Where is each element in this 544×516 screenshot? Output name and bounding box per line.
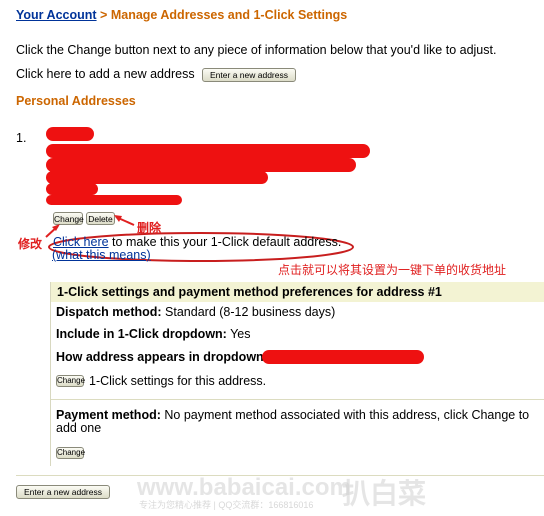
delete-arrow-icon [115, 216, 135, 226]
breadcrumb-separator: > [100, 8, 108, 22]
include-dropdown-label: Include in 1-Click dropdown: [56, 327, 227, 341]
make-default-link[interactable]: Click here [53, 235, 109, 249]
dispatch-method-value: Standard (8-12 business days) [161, 305, 336, 319]
watermark-sub: 专注为您精心推荐 | QQ交流群：166816016 [139, 500, 314, 510]
redacted-address-line-2 [46, 144, 370, 158]
annotation-hint-text: 点击就可以将其设置为一键下单的收货地址 [278, 263, 507, 277]
intro-text: Click the Change button next to any piec… [16, 43, 497, 57]
redacted-dropdown-value [262, 350, 424, 364]
what-this-means-line: (what this means) [52, 248, 151, 262]
redacted-address-line-1 [46, 127, 94, 141]
one-click-panel-header: 1-Click settings and payment method pref… [51, 282, 544, 302]
breadcrumb-your-account-link[interactable]: Your Account [16, 8, 97, 22]
one-click-settings-change-button[interactable]: Change [56, 375, 85, 387]
watermark-brand: 扒白菜 [342, 478, 427, 509]
change-arrowhead-icon [52, 224, 60, 231]
payment-method-row: Payment method: No payment method associ… [56, 409, 540, 435]
breadcrumb: Your Account > Manage Addresses and 1-Cl… [16, 8, 347, 22]
personal-addresses-heading: Personal Addresses [16, 94, 136, 108]
include-dropdown-row: Include in 1-Click dropdown: Yes [56, 327, 250, 341]
bottom-enter-new-address-button[interactable]: Enter a new address [16, 485, 110, 499]
default-address-line: Click here to make this your 1-Click def… [53, 235, 341, 249]
enter-new-address-button[interactable]: Enter a new address [202, 68, 296, 82]
page-title: Manage Addresses and 1-Click Settings [110, 8, 348, 22]
make-default-text: to make this your 1-Click default addres… [108, 235, 342, 249]
redacted-address-line-5 [46, 183, 98, 195]
add-address-text: Click here to add a new address [16, 67, 195, 81]
one-click-settings-text: 1-Click settings for this address. [89, 374, 267, 388]
dispatch-method-row: Dispatch method: Standard (8-12 business… [56, 305, 335, 319]
panel-divider [51, 399, 544, 400]
appears-dropdown-label: How address appears in dropdown: [56, 350, 268, 364]
delete-arrowhead-icon [114, 215, 122, 222]
appears-dropdown-row: How address appears in dropdown: [56, 350, 268, 364]
annotation-delete-label: 删除 [137, 221, 162, 235]
payment-change-button[interactable]: Change [56, 447, 85, 459]
include-dropdown-value: Yes [226, 327, 251, 341]
annotation-modify-label: 修改 [18, 237, 43, 251]
redacted-address-line-3 [46, 158, 356, 172]
what-this-means-link[interactable]: (what this means) [52, 248, 151, 262]
payment-method-label: Payment method: [56, 408, 161, 422]
address-entry-number: 1. [16, 131, 27, 145]
dispatch-method-label: Dispatch method: [56, 305, 162, 319]
address-delete-button[interactable]: Delete [86, 212, 115, 225]
redacted-address-line-6 [46, 195, 182, 205]
address-change-button[interactable]: Change [53, 212, 84, 225]
